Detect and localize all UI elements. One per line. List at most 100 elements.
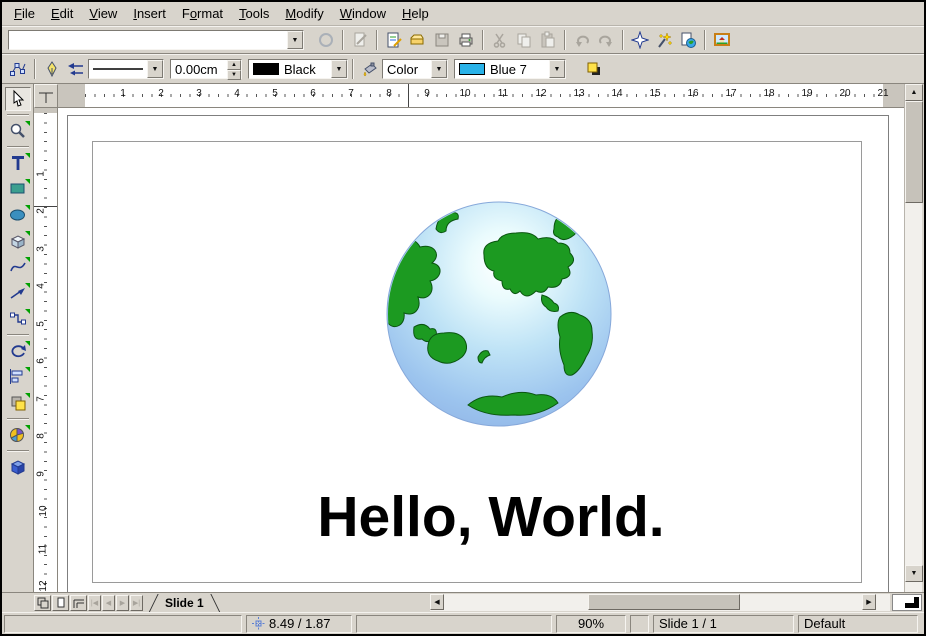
pen-icon[interactable] bbox=[40, 57, 64, 81]
h-ruler-number: 21 bbox=[877, 88, 888, 99]
menu-edit[interactable]: Edit bbox=[43, 4, 81, 23]
horizontal-scrollbar[interactable]: ◀ ▶ bbox=[430, 594, 890, 611]
menu-modify[interactable]: Modify bbox=[277, 4, 331, 23]
edit-file-icon bbox=[348, 28, 372, 52]
alignment-tool[interactable] bbox=[5, 365, 31, 389]
slide-indicator: Slide 1 / 1 bbox=[653, 615, 794, 633]
line-color-swatch bbox=[253, 63, 279, 75]
vertical-ruler[interactable]: 123456789101112 bbox=[34, 108, 58, 592]
first-slide-icon: |◀ bbox=[88, 595, 101, 611]
open-icon[interactable] bbox=[406, 28, 430, 52]
ellipse-tool[interactable] bbox=[5, 203, 31, 227]
3d-controller-tool[interactable] bbox=[5, 455, 31, 479]
line-style-combobox[interactable]: ▼ bbox=[88, 59, 164, 79]
menu-view[interactable]: View bbox=[81, 4, 125, 23]
navigator-icon[interactable] bbox=[628, 28, 652, 52]
ruler-origin-corner[interactable] bbox=[34, 84, 58, 108]
wizard-icon[interactable] bbox=[652, 28, 676, 52]
notes-view-button[interactable] bbox=[52, 595, 69, 611]
line-width-value[interactable]: 0.00cm bbox=[171, 60, 227, 78]
vertical-scrollbar-thumb[interactable] bbox=[905, 101, 923, 203]
arrange-tool[interactable] bbox=[5, 391, 31, 415]
v-ruler-number: 11 bbox=[38, 543, 49, 553]
load-url-value[interactable] bbox=[9, 31, 287, 49]
spin-up-icon[interactable]: ▲ bbox=[227, 60, 241, 70]
chevron-down-icon[interactable]: ▼ bbox=[287, 31, 303, 49]
horizontal-ruler[interactable]: 123456789101112131415161718192021 bbox=[58, 84, 904, 108]
zoom-level[interactable]: 90% bbox=[556, 615, 626, 633]
rotate-tool[interactable] bbox=[5, 339, 31, 363]
menu-insert[interactable]: Insert bbox=[125, 4, 174, 23]
connector-tool[interactable] bbox=[5, 307, 31, 331]
edit-points-icon[interactable] bbox=[6, 57, 30, 81]
globe-image[interactable] bbox=[384, 199, 614, 429]
fill-can-icon[interactable] bbox=[358, 57, 382, 81]
menu-format[interactable]: Format bbox=[174, 4, 231, 23]
new-document-icon[interactable] bbox=[382, 28, 406, 52]
shadow-icon[interactable] bbox=[582, 57, 606, 81]
print-icon[interactable] bbox=[454, 28, 478, 52]
load-url-combobox[interactable]: ▼ bbox=[8, 30, 304, 50]
scroll-down-icon[interactable]: ▼ bbox=[905, 565, 923, 582]
object-toolbar: ▼ 0.00cm ▲▼ Black ▼ Color ▼ Blue 7 ▼ bbox=[2, 54, 924, 84]
v-ruler-number: 4 bbox=[35, 283, 46, 289]
line-width-spinner[interactable]: 0.00cm ▲▼ bbox=[170, 59, 242, 79]
chevron-down-icon[interactable]: ▼ bbox=[147, 60, 163, 78]
menu-window[interactable]: Window bbox=[332, 4, 394, 23]
curve-tool[interactable] bbox=[5, 255, 31, 279]
flyout-triangle-icon bbox=[25, 367, 30, 372]
redo-icon bbox=[594, 28, 618, 52]
save-icon bbox=[430, 28, 454, 52]
flyout-triangle-icon bbox=[25, 425, 30, 430]
flyout-triangle-icon bbox=[25, 283, 30, 288]
vertical-scrollbar[interactable]: ▲ ▼ bbox=[904, 84, 922, 592]
status-position-field: 8.49 / 1.87 bbox=[246, 615, 352, 633]
select-tool[interactable] bbox=[5, 87, 31, 111]
status-bar: 8.49 / 1.87 90% Slide 1 / 1 Default bbox=[2, 612, 924, 634]
rectangle-tool[interactable] bbox=[5, 177, 31, 201]
scroll-left-icon[interactable]: ◀ bbox=[430, 594, 444, 610]
text-tool[interactable] bbox=[5, 151, 31, 175]
slide-tab[interactable]: Slide 1 bbox=[151, 594, 218, 612]
lines-arrows-tool[interactable] bbox=[5, 281, 31, 305]
insert-tool[interactable] bbox=[5, 423, 31, 447]
menu-help[interactable]: Help bbox=[394, 4, 437, 23]
flyout-triangle-icon bbox=[25, 341, 30, 346]
fill-style-combobox[interactable]: Color ▼ bbox=[382, 59, 448, 79]
menu-file[interactable]: File bbox=[6, 4, 43, 23]
chevron-down-icon[interactable]: ▼ bbox=[549, 60, 565, 78]
horizontal-scrollbar-thumb[interactable] bbox=[588, 594, 740, 610]
slide-canvas[interactable]: Hello, World. bbox=[58, 108, 904, 592]
page-style[interactable]: Default bbox=[798, 615, 918, 633]
chevron-down-icon[interactable]: ▼ bbox=[431, 60, 447, 78]
scroll-up-icon[interactable]: ▲ bbox=[905, 84, 923, 101]
scroll-right-icon[interactable]: ▶ bbox=[862, 594, 876, 610]
v-ruler-number: 10 bbox=[38, 505, 49, 516]
slide-title-text[interactable]: Hello, World. bbox=[317, 484, 664, 550]
3d-objects-tool[interactable] bbox=[5, 229, 31, 253]
vertical-ruler-ticks bbox=[44, 113, 47, 592]
h-ruler-number: 1 bbox=[120, 88, 126, 99]
zoom-tool[interactable] bbox=[5, 119, 31, 143]
window-resize-grip[interactable] bbox=[892, 594, 922, 611]
arrow-style-icon[interactable] bbox=[64, 57, 88, 81]
line-color-combobox[interactable]: Black ▼ bbox=[248, 59, 348, 79]
tab-bar: |◀ ◀ ▶ ▶| Slide 1 ◀ ▶ bbox=[2, 592, 924, 612]
line-style-preview bbox=[89, 60, 147, 78]
hyperlink-icon[interactable] bbox=[676, 28, 700, 52]
gallery-icon[interactable] bbox=[710, 28, 734, 52]
tab-edge-right bbox=[210, 594, 220, 613]
flyout-triangle-icon bbox=[25, 231, 30, 236]
menu-tools[interactable]: Tools bbox=[231, 4, 277, 23]
v-ruler-number: 2 bbox=[35, 208, 46, 214]
layer-view-button[interactable] bbox=[70, 595, 87, 611]
tab-edge-left bbox=[148, 594, 158, 613]
drawing-view-button[interactable] bbox=[34, 595, 51, 611]
slide-tab-label[interactable]: Slide 1 bbox=[165, 596, 204, 610]
chevron-down-icon[interactable]: ▼ bbox=[331, 60, 347, 78]
spin-down-icon[interactable]: ▼ bbox=[227, 70, 241, 80]
fill-color-combobox[interactable]: Blue 7 ▼ bbox=[454, 59, 566, 79]
work-area: 123456789101112131415161718192021 123456… bbox=[2, 84, 924, 592]
h-ruler-number: 15 bbox=[649, 88, 660, 99]
flyout-triangle-icon bbox=[25, 121, 30, 126]
